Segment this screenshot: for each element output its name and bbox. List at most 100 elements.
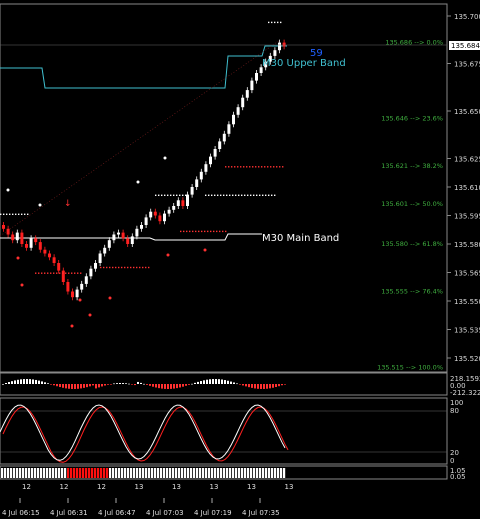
level-dot <box>252 166 254 168</box>
ind1-bar <box>77 384 79 389</box>
ind3-bar <box>91 468 94 478</box>
candle-body <box>163 213 166 222</box>
ind3-bar <box>169 468 172 478</box>
candle-body <box>250 80 254 91</box>
ind1-bar <box>209 379 211 384</box>
ind3-bar <box>109 468 112 478</box>
main-band-label: M30 Main Band <box>262 233 339 244</box>
level-dot <box>121 266 123 269</box>
ind1-bar <box>227 380 229 384</box>
ind3-bar <box>271 468 274 478</box>
signal-dot <box>136 180 140 184</box>
level-dot <box>259 194 261 196</box>
counter-label: 59 <box>310 48 323 59</box>
ind1-bar <box>170 384 172 389</box>
level-dot <box>148 266 150 269</box>
ind1-bar <box>218 379 220 384</box>
candle-body <box>121 232 125 239</box>
ind3-bar <box>160 468 163 478</box>
level-dot <box>256 194 258 196</box>
ind1-bar <box>68 384 70 389</box>
ind1-bar <box>263 384 265 389</box>
candle-body <box>25 244 28 248</box>
ind1-bar <box>215 379 217 384</box>
ind3-bar <box>115 468 118 478</box>
ind1-bar <box>155 384 157 388</box>
level-dot <box>77 272 79 274</box>
ind1-bar <box>137 381 139 384</box>
ind3-bar <box>103 468 106 478</box>
level-dot <box>35 272 37 274</box>
candle-body <box>190 187 194 195</box>
signal-dot <box>38 203 42 207</box>
ind3-bar <box>85 468 88 478</box>
level-dot <box>268 21 270 24</box>
level-dot <box>264 166 266 168</box>
ind1-bar <box>59 384 61 388</box>
ind1-bar <box>194 382 196 384</box>
level-dot <box>103 266 105 269</box>
ind3-bar <box>34 468 37 478</box>
candle-body <box>80 283 84 290</box>
level-dot <box>205 194 207 196</box>
ind1-bar <box>107 384 109 385</box>
ind1-bar <box>29 379 31 384</box>
ind1-bar <box>47 383 49 384</box>
level-dot <box>65 272 67 274</box>
level-dot <box>228 166 230 168</box>
ind1-bar <box>92 384 94 386</box>
ind3-bar <box>187 468 190 478</box>
ind1-bar <box>101 384 103 387</box>
level-dot <box>100 266 102 269</box>
candle-body <box>282 42 286 47</box>
ind3-bar <box>232 468 235 478</box>
ind3-bar <box>262 468 265 478</box>
ind1-bar <box>17 379 19 384</box>
trading-chart[interactable]: 135.700 135.675 135.650 135.625 135.610 135.5… <box>0 0 480 519</box>
ind1-bar <box>257 384 259 389</box>
ind3-bar <box>13 468 16 478</box>
price-axis: 135.700 135.675 135.650 135.625 135.610 135.5… <box>447 13 480 363</box>
ind1-bar <box>221 379 223 384</box>
ind1-bar <box>122 383 124 384</box>
candle-body <box>66 282 70 292</box>
signal-dot <box>166 253 170 257</box>
level-dot <box>74 272 76 274</box>
price-tick-label: 135.550 <box>454 298 480 306</box>
indicator1-frame <box>0 372 448 396</box>
ind1-bar <box>134 384 136 386</box>
ind3-bar <box>178 468 181 478</box>
ind3-bar <box>79 468 82 478</box>
ind3-bar <box>76 468 79 478</box>
level-dot <box>59 272 61 274</box>
level-dot <box>27 213 29 215</box>
level-dot <box>21 213 23 215</box>
candle-body <box>43 249 47 254</box>
ind3-bar <box>217 468 220 478</box>
ind3-bar <box>106 468 109 478</box>
ind1-bar <box>146 384 148 385</box>
ind1-bar <box>224 380 226 384</box>
fib-label: 135.646 --> 23.6% <box>381 115 443 123</box>
level-dot <box>274 194 276 196</box>
ind1-bar <box>89 384 91 387</box>
level-dot <box>271 21 273 24</box>
ind1-bar <box>41 381 43 384</box>
level-dot <box>53 272 55 274</box>
candle-body <box>199 171 203 180</box>
ind3-bar <box>163 468 166 478</box>
ind1-bar <box>185 384 187 386</box>
level-dot <box>41 272 43 274</box>
ind1-bar <box>275 384 277 388</box>
ind1-bar <box>65 384 67 389</box>
ind1-bar <box>116 383 118 384</box>
ind3-bar <box>259 468 262 478</box>
ind3-bar <box>10 468 13 478</box>
candle-body <box>236 107 240 115</box>
level-dot <box>225 166 227 168</box>
ind3-bar <box>280 468 283 478</box>
level-dot <box>255 166 257 168</box>
signal-dot <box>78 298 82 302</box>
ind3-bar <box>40 468 43 478</box>
level-dot <box>267 166 269 168</box>
